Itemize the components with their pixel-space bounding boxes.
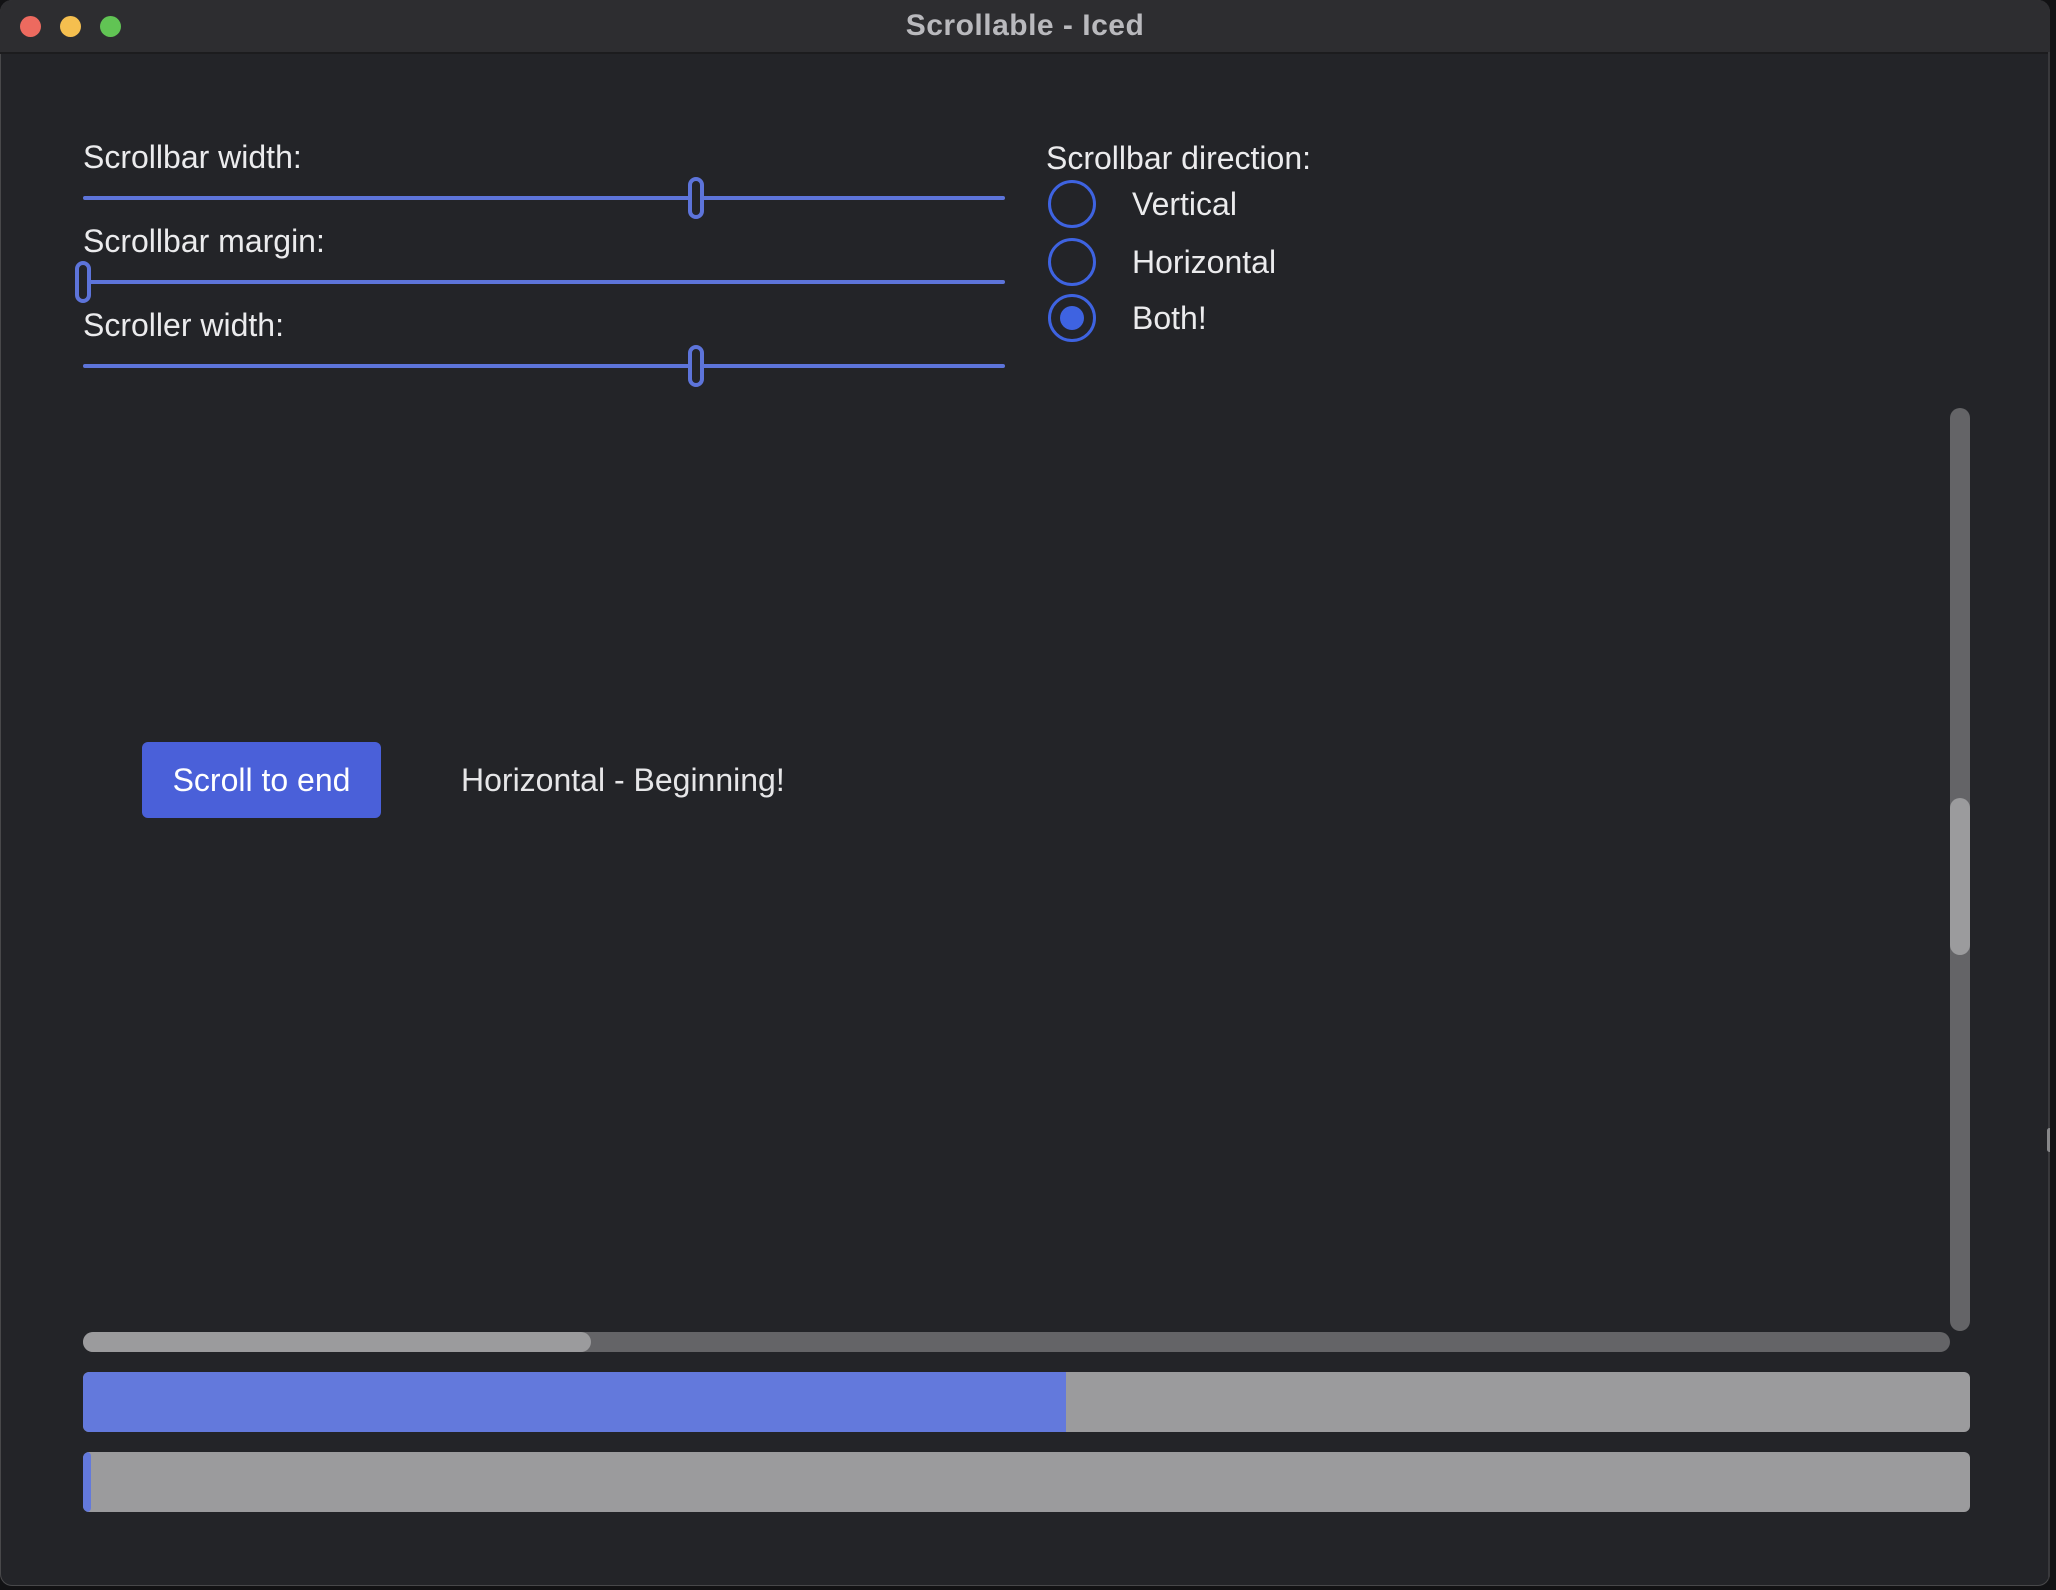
vertical-progress-bar: [83, 1372, 1970, 1432]
window-edge-scroller: [2047, 1128, 2050, 1152]
radio-circle-icon: [1048, 294, 1096, 342]
zoom-button[interactable]: [100, 16, 121, 37]
scrollbar-margin-slider[interactable]: [83, 261, 1005, 303]
minimize-button[interactable]: [60, 16, 81, 37]
radio-vertical[interactable]: Vertical: [1048, 180, 1237, 228]
app-window: Scrollable - Iced Scrollbar width: Scrol…: [0, 0, 2050, 1586]
window-right-edge: [2048, 52, 2050, 1586]
radio-dot-icon: [1060, 306, 1084, 330]
progress-fill: [83, 1452, 91, 1512]
scrollbar-direction-title: Scrollbar direction:: [1046, 138, 1311, 178]
slider-handle[interactable]: [75, 261, 91, 303]
scroller-width-slider[interactable]: [83, 345, 1005, 387]
scroll-to-end-button[interactable]: Scroll to end: [142, 742, 381, 818]
radio-label: Horizontal: [1132, 244, 1276, 281]
horizontal-scroller[interactable]: [83, 1332, 591, 1352]
horizontal-scrollbar-track[interactable]: [83, 1332, 1950, 1352]
vertical-scrollbar-track[interactable]: [1950, 408, 1970, 1331]
slider-rail: [83, 364, 1005, 368]
radio-circle-icon: [1048, 180, 1096, 228]
radio-circle-icon: [1048, 238, 1096, 286]
window-title: Scrollable - Iced: [906, 9, 1145, 43]
scrollbar-width-slider[interactable]: [83, 177, 1005, 219]
slider-rail: [83, 196, 1005, 200]
slider-handle[interactable]: [688, 177, 704, 219]
traffic-lights: [20, 0, 121, 52]
progress-fill: [83, 1372, 1066, 1432]
scrollbar-margin-label: Scrollbar margin:: [83, 221, 325, 261]
radio-both[interactable]: Both!: [1048, 294, 1207, 342]
radio-horizontal[interactable]: Horizontal: [1048, 238, 1276, 286]
titlebar: Scrollable - Iced: [0, 0, 2050, 54]
horizontal-progress-bar: [83, 1452, 1970, 1512]
scroller-width-label: Scroller width:: [83, 305, 284, 345]
slider-rail: [83, 280, 1005, 284]
radio-label: Both!: [1132, 300, 1207, 337]
vertical-scroller[interactable]: [1950, 798, 1970, 955]
close-button[interactable]: [20, 16, 41, 37]
scrollbar-width-label: Scrollbar width:: [83, 137, 302, 177]
radio-label: Vertical: [1132, 186, 1237, 223]
slider-handle[interactable]: [688, 345, 704, 387]
scroll-status-text: Horizontal - Beginning!: [461, 760, 785, 800]
